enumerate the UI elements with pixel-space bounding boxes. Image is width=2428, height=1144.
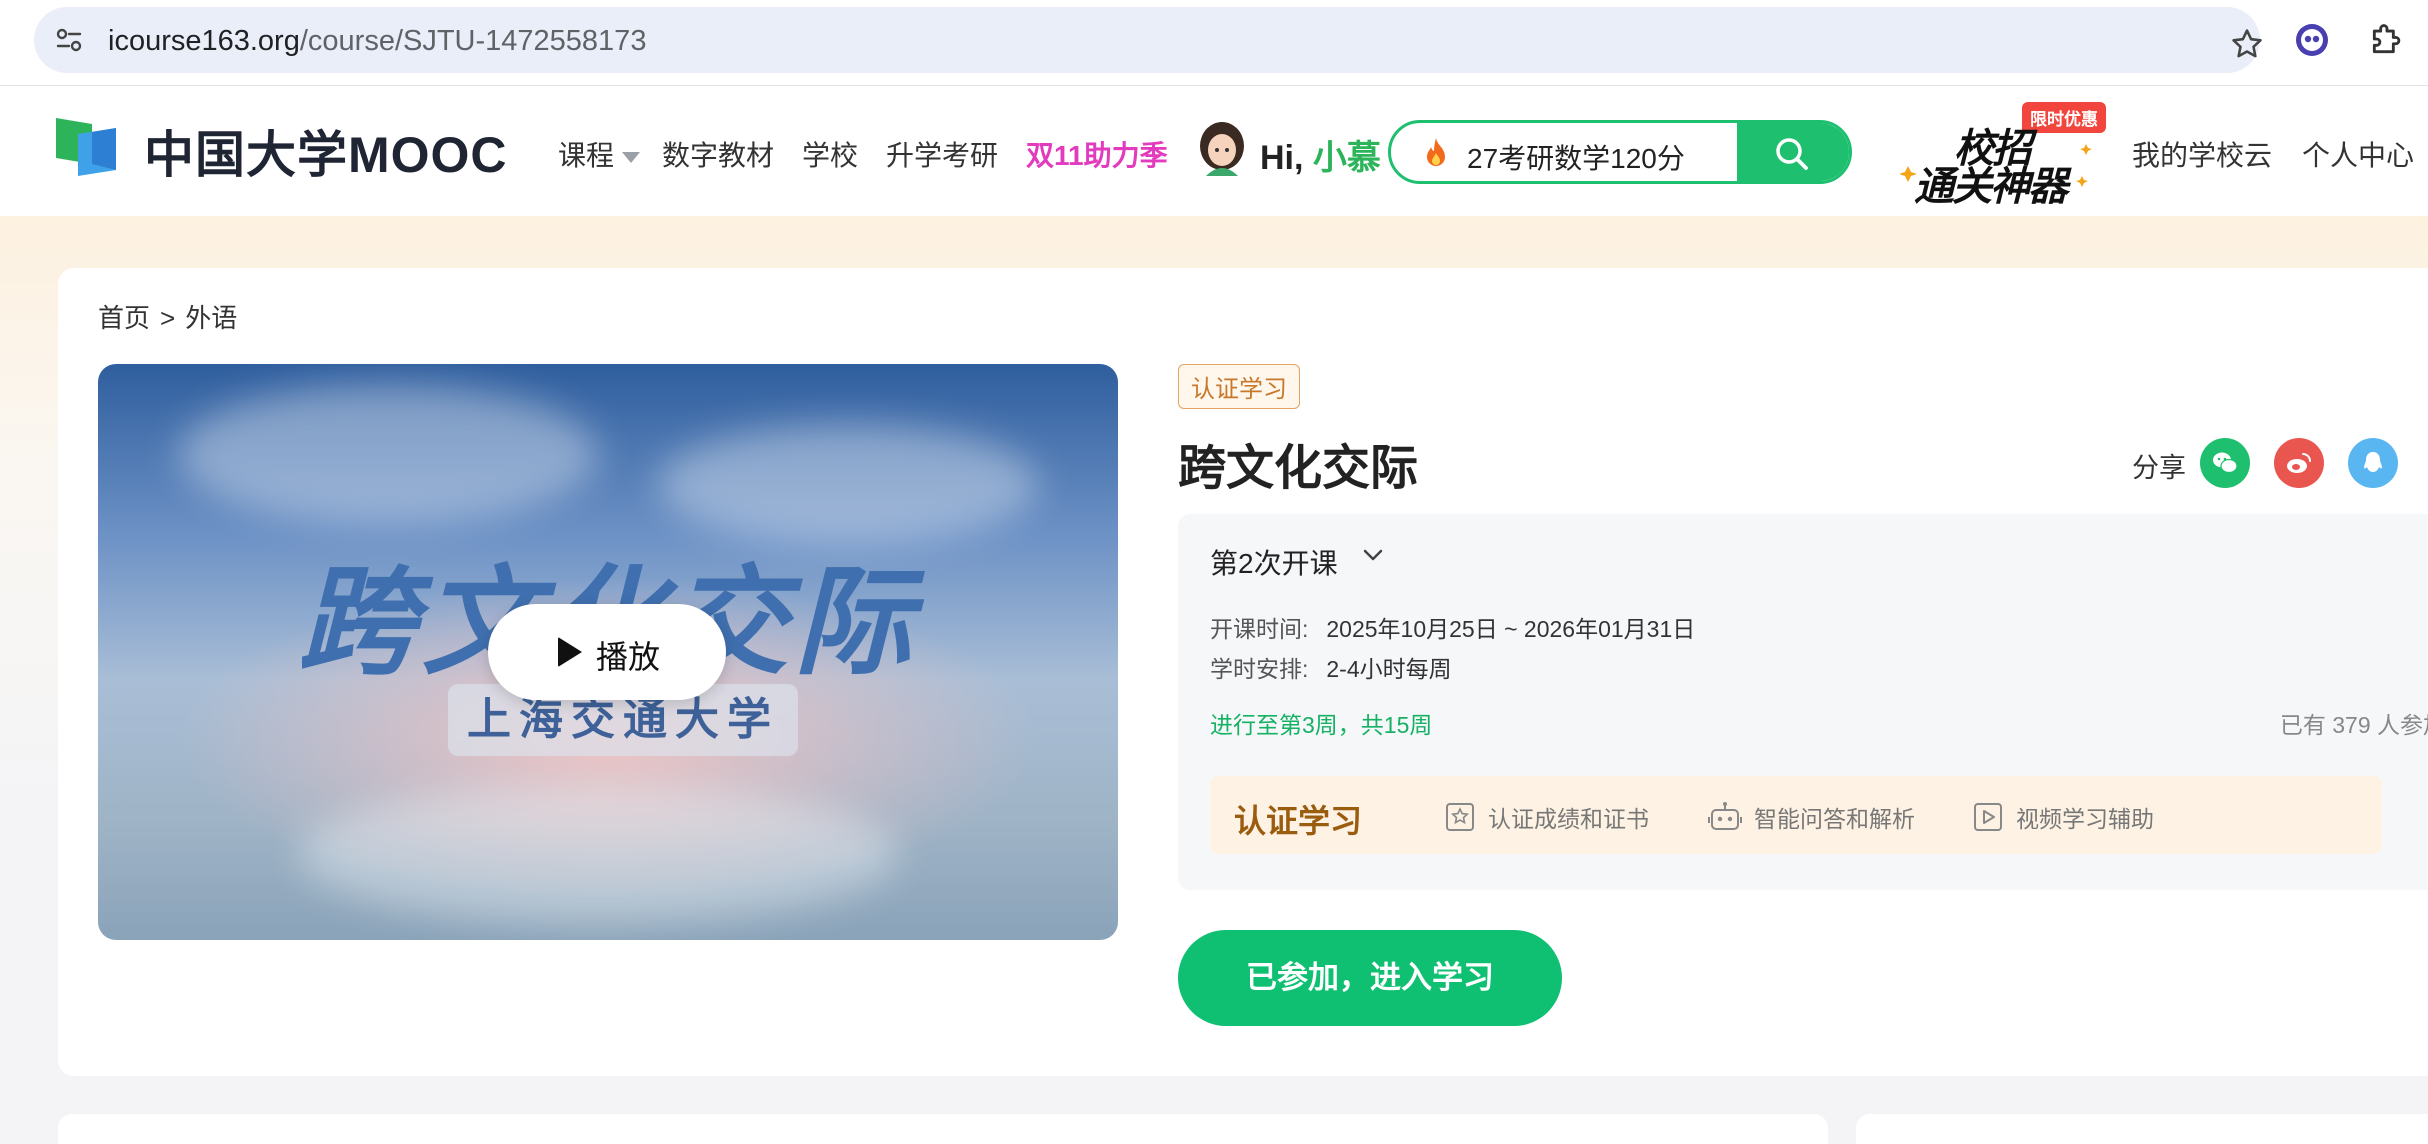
feature-video-assist: 视频学习辅助 <box>1972 800 2154 834</box>
play-icon <box>558 637 582 667</box>
hours-row: 学时安排: 2-4小时每周 <box>1210 650 1452 684</box>
greeting-prefix: Hi, <box>1260 139 1304 177</box>
schedule-label: 开课时间: <box>1210 616 1309 642</box>
schedule-value: 2025年10月25日 ~ 2026年01月31日 <box>1326 616 1696 642</box>
course-video-preview[interactable]: 跨文化交际 上海交通大学 播放 <box>98 364 1118 940</box>
url-text[interactable]: icourse163.org/course/SJTU-1472558173 <box>108 25 646 58</box>
logo-text: 中国大学MOOC <box>144 127 508 183</box>
share-wechat-button[interactable] <box>2200 438 2250 488</box>
breadcrumb-home[interactable]: 首页 <box>98 303 150 333</box>
hours-label: 学时安排: <box>1210 656 1309 682</box>
nav-schools[interactable]: 学校 <box>802 134 858 174</box>
weibo-icon <box>2287 453 2311 473</box>
certification-tag: 认证学习 <box>1178 364 1300 409</box>
site-header: 中国大学MOOC 课程 数字教材 学校 升学考研 双11助力季 Hi, 小慕 2… <box>0 86 2428 216</box>
nav-courses[interactable]: 课程 <box>558 134 641 174</box>
play-label: 播放 <box>596 639 661 675</box>
play-button[interactable]: 播放 <box>488 604 726 700</box>
greeting: Hi, 小慕 <box>1260 130 1381 179</box>
search-icon <box>1776 138 1808 170</box>
cloud <box>178 384 598 524</box>
nav-promo-double11[interactable]: 双11助力季 <box>1026 134 1168 174</box>
nav-personal-center[interactable]: 个人中心 <box>2302 134 2414 174</box>
certification-bar[interactable]: 认证学习 认证成绩和证书 智能问答和解析 视频学习辅助 <box>1210 776 2382 854</box>
feature-certificate: 认证成绩和证书 <box>1444 800 1649 834</box>
certification-bar-title: 认证学习 <box>1234 803 1363 839</box>
share-label: 分享 <box>2132 453 2186 483</box>
enrollment-count: 已有 379 人参加 <box>2279 712 2428 738</box>
schedule-row: 开课时间: 2025年10月25日 ~ 2026年01月31日 <box>1210 610 1695 644</box>
feature-ai-qa-label: 智能问答和解析 <box>1754 806 1915 832</box>
course-progress: 进行至第3周，共15周 <box>1210 712 1433 738</box>
search-button[interactable] <box>1737 123 1849 181</box>
nav-my-school-cloud[interactable]: 我的学校云 <box>2132 134 2272 174</box>
nav-graduate-exam[interactable]: 升学考研 <box>886 134 998 174</box>
puzzle-icon[interactable] <box>2368 20 2406 58</box>
course-header-card: 首页 > 外语 跨文化交际 上海交通大学 播放 认证学习 跨文化交际 分享 <box>58 268 2428 1076</box>
nav-digital-textbooks[interactable]: 数字教材 <box>662 134 774 174</box>
chevron-down-icon[interactable] <box>1362 544 1384 566</box>
video-play-icon <box>1974 803 2002 831</box>
share-qq-button[interactable] <box>2348 438 2398 488</box>
robot-icon <box>1708 802 1742 830</box>
fire-icon <box>1427 138 1445 166</box>
search-box[interactable]: 27考研数学120分 <box>1388 120 1852 184</box>
nav-courses-label: 课程 <box>558 140 615 171</box>
url-host: icourse163.org <box>108 25 300 57</box>
term-label: 第2次开课 <box>1210 548 1338 579</box>
course-info-panel: 第2次开课 开课时间: 2025年10月25日 ~ 2026年01月31日 学时安… <box>1178 514 2428 890</box>
extension-icon[interactable] <box>2294 22 2330 58</box>
greeting-name: 小慕 <box>1312 139 1381 177</box>
star-icon[interactable] <box>2230 27 2264 61</box>
search-input[interactable]: 27考研数学120分 <box>1467 137 1685 177</box>
feature-video-assist-label: 视频学习辅助 <box>2016 806 2154 832</box>
content-card <box>58 1114 1828 1144</box>
promo-tag: 限时优惠 <box>2022 102 2106 133</box>
sparkle-icon <box>1900 144 2092 187</box>
breadcrumb: 首页 > 外语 <box>98 298 247 335</box>
mooc-logo-icon <box>56 118 116 176</box>
term-select[interactable]: 第2次开课 <box>1210 542 1338 582</box>
url-path: /course/SJTU-1472558173 <box>299 25 647 57</box>
address-bar[interactable]: icourse163.org/course/SJTU-1472558173 <box>34 7 2262 73</box>
wechat-icon <box>2213 452 2238 474</box>
feature-ai-qa: 智能问答和解析 <box>1708 800 1915 834</box>
breadcrumb-separator: > <box>160 303 176 333</box>
share-weibo-button[interactable] <box>2274 438 2324 488</box>
caret-down-icon <box>622 152 641 164</box>
site-logo[interactable]: 中国大学MOOC <box>56 116 508 186</box>
enter-course-button[interactable]: 已参加，进入学习 <box>1178 930 1562 1026</box>
site-info-icon[interactable] <box>56 28 82 52</box>
assistant-avatar[interactable] <box>1196 120 1248 180</box>
certificate-icon <box>1446 803 1474 831</box>
cloud <box>298 784 898 924</box>
breadcrumb-category[interactable]: 外语 <box>185 303 237 333</box>
qq-icon <box>2364 452 2382 472</box>
sidebar-card <box>1856 1114 2428 1144</box>
feature-certificate-label: 认证成绩和证书 <box>1488 806 1649 832</box>
course-title: 跨文化交际 <box>1178 442 1419 495</box>
browser-toolbar: icourse163.org/course/SJTU-1472558173 <box>0 0 2428 86</box>
hours-value: 2-4小时每周 <box>1326 656 1452 682</box>
campus-recruit-promo[interactable]: 限时优惠 校招 通关神器 <box>1900 96 2106 209</box>
